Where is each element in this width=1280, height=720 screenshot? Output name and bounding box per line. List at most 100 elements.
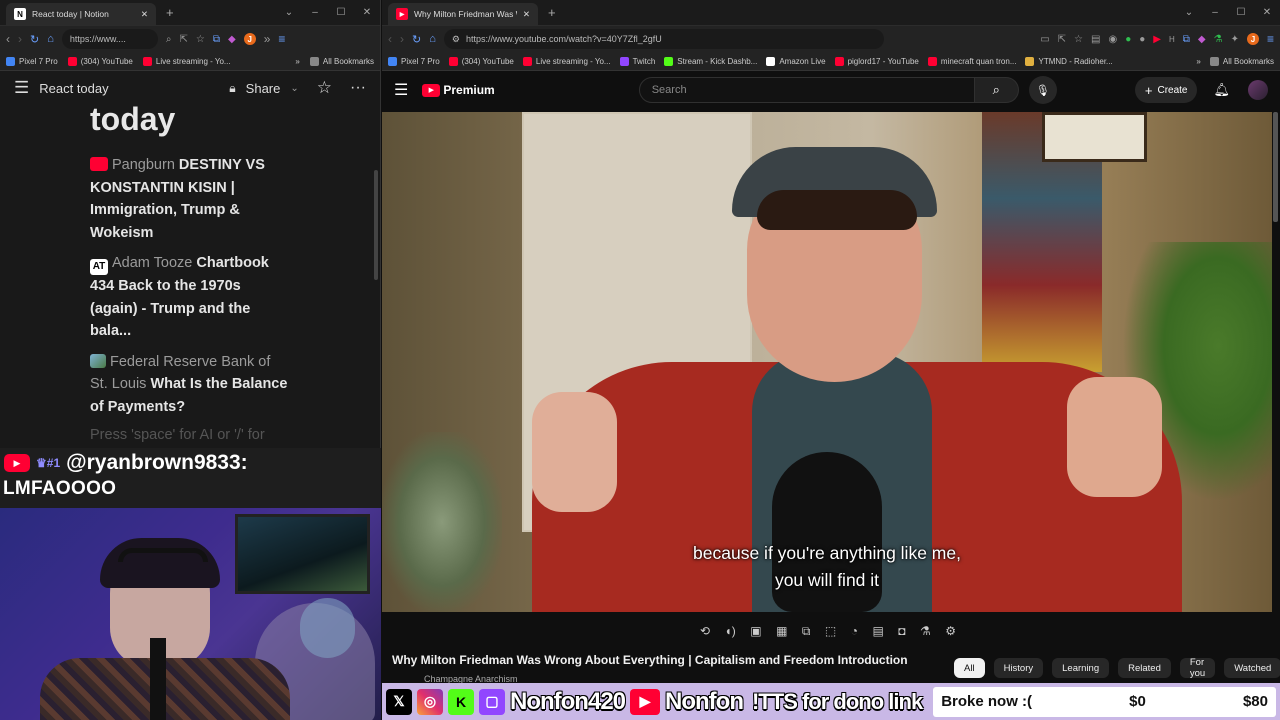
video-player[interactable]: because if you're anything like me, you … — [382, 112, 1272, 612]
create-button[interactable]: + Create — [1134, 77, 1198, 103]
forward-icon[interactable]: › — [18, 32, 22, 46]
bookmark-twitch[interactable]: Twitch — [619, 56, 655, 66]
chip-for-you[interactable]: For you — [1179, 657, 1216, 679]
bookmark-piglord[interactable]: piglord17 - YouTube — [834, 56, 919, 66]
hamburger-menu-icon[interactable]: ☰ — [394, 80, 408, 100]
extension-icon-2[interactable]: ◆ — [228, 34, 236, 45]
page-scrollbar[interactable] — [1273, 112, 1278, 222]
chip-all[interactable]: All — [954, 658, 985, 678]
chip-related[interactable]: Related — [1118, 658, 1171, 678]
extension-icon-2[interactable]: ● — [1139, 34, 1145, 45]
share-icon[interactable]: ⇱ — [1058, 34, 1066, 45]
notion-page-name[interactable]: React today — [39, 81, 108, 96]
notifications-bell-icon[interactable]: 🔔︎ — [1213, 82, 1230, 98]
minimize-icon[interactable]: – — [1202, 7, 1228, 18]
profile-icon[interactable]: J — [1246, 33, 1259, 45]
chip-learning[interactable]: Learning — [1052, 658, 1110, 678]
bookmark-youtube[interactable]: (304) YouTube — [67, 56, 133, 66]
close-window-icon[interactable]: ✕ — [1254, 7, 1280, 18]
list-item[interactable]: Federal Reserve Bank of St. Louis What I… — [90, 351, 290, 419]
bookmark-icon[interactable]: ☆ — [1074, 34, 1083, 45]
more-bookmarks-icon[interactable]: » — [295, 57, 299, 66]
list-item[interactable]: AT Adam Tooze Chartbook 434 Back to the 1… — [90, 252, 290, 343]
list-item[interactable]: Pangburn DESTINY VS KONSTANTIN KISIN | I… — [90, 154, 290, 244]
menu-icon[interactable]: ≡ — [1267, 32, 1274, 46]
search-button[interactable]: ⌕ — [974, 77, 1019, 103]
grammar-extension-icon[interactable]: ● — [1125, 34, 1131, 45]
cast-icon[interactable]: ▭ — [1040, 34, 1049, 45]
speed-icon[interactable]: ◔ — [851, 624, 858, 638]
editor-placeholder[interactable]: Press 'space' for AI or '/' for — [90, 424, 290, 447]
chevron-down-icon[interactable]: ⌄ — [276, 7, 302, 18]
more-options-icon[interactable]: ··· — [350, 79, 366, 97]
bookmark-pixel[interactable]: Pixel 7 Pro — [388, 56, 440, 66]
minimize-icon[interactable]: – — [302, 7, 328, 18]
extension-icon-4[interactable]: ⧉ — [1183, 34, 1190, 45]
chip-history[interactable]: History — [993, 658, 1044, 678]
voice-search-button[interactable]: 🎙︎ — [1028, 76, 1057, 104]
chip-watched[interactable]: Watched — [1224, 658, 1280, 678]
favorite-star-icon[interactable]: ☆ — [317, 78, 332, 98]
forward-icon[interactable]: › — [400, 32, 404, 46]
home-icon[interactable]: ⌂ — [47, 33, 54, 45]
close-tab-icon[interactable]: ✕ — [141, 9, 148, 20]
profile-icon[interactable]: J — [243, 33, 256, 45]
theater-icon[interactable]: ⬚ — [825, 624, 836, 638]
screenshot-icon[interactable]: ◘ — [898, 624, 905, 638]
site-info-icon[interactable]: ⚙︎ — [452, 34, 460, 45]
chevron-down-icon[interactable]: ⌄ — [290, 83, 298, 94]
lab-extension-icon[interactable]: ⚗ — [1214, 34, 1223, 45]
settings-gear-icon[interactable]: ⚙︎ — [945, 624, 956, 638]
filters-icon[interactable]: ⚗ — [920, 624, 931, 638]
youtube-extension-icon[interactable]: ▶ — [1153, 34, 1161, 45]
clip-icon[interactable]: ▦ — [776, 624, 787, 638]
youtube-logo[interactable]: ▶ Premium — [422, 83, 495, 97]
globe-icon[interactable]: ◉ — [1108, 34, 1117, 45]
loop-icon[interactable]: ⟲ — [700, 624, 710, 638]
extension-icon[interactable]: ▤ — [1091, 34, 1100, 45]
chevron-down-icon[interactable]: ⌄ — [1176, 7, 1202, 18]
search-icon[interactable]: ⌕ — [166, 34, 172, 45]
maximize-icon[interactable]: ☐ — [328, 7, 354, 18]
scrollbar[interactable] — [374, 170, 378, 280]
subtitles-icon[interactable]: ▤ — [872, 624, 883, 638]
audio-icon[interactable]: ◖) — [725, 624, 736, 638]
all-bookmarks[interactable]: All Bookmarks — [1209, 56, 1274, 66]
left-active-tab[interactable]: N React today | Notion ✕ — [6, 3, 156, 25]
bookmark-live[interactable]: Live streaming - Yo... — [142, 56, 231, 66]
new-tab-icon[interactable]: + — [548, 5, 556, 20]
bookmark-ytmnd[interactable]: YTMND - Radioher... — [1025, 56, 1113, 66]
picture-in-picture-icon[interactable]: ⧉ — [802, 624, 811, 639]
reload-icon[interactable]: ↻ — [30, 33, 39, 46]
share-button[interactable]: Share — [246, 81, 281, 96]
more-bookmarks-icon[interactable]: » — [1196, 57, 1200, 66]
bookmark-live[interactable]: Live streaming - Yo... — [522, 56, 611, 66]
more-extensions-icon[interactable]: » — [264, 32, 271, 46]
puzzle-icon[interactable]: ✦ — [1231, 34, 1239, 45]
close-window-icon[interactable]: ✕ — [354, 7, 380, 18]
bookmark-pixel[interactable]: Pixel 7 Pro — [6, 56, 58, 66]
bookmark-minecraft[interactable]: minecraft quan tron... — [927, 56, 1016, 66]
bookmark-amazon[interactable]: Amazon Live — [766, 56, 826, 66]
extension-icon-3[interactable]: H — [1169, 35, 1175, 44]
menu-icon[interactable]: ≡ — [278, 32, 285, 46]
home-icon[interactable]: ⌂ — [429, 33, 436, 45]
avatar[interactable] — [1248, 80, 1268, 100]
bookmark-youtube[interactable]: (304) YouTube — [448, 56, 514, 66]
sidebar-menu-icon[interactable]: ☰ — [14, 78, 29, 98]
extension-icon-5[interactable]: ◆ — [1198, 34, 1206, 45]
back-icon[interactable]: ‹ — [388, 32, 392, 46]
address-bar[interactable]: https://www.... — [61, 29, 158, 49]
address-bar[interactable]: ⚙︎ https://www.youtube.com/watch?v=40Y7Z… — [443, 29, 884, 49]
close-tab-icon[interactable]: ✕ — [523, 9, 530, 20]
screen-icon[interactable]: ▣ — [750, 624, 761, 638]
extension-icon[interactable]: ⧉ — [213, 34, 220, 45]
bookmark-icon[interactable]: ☆ — [196, 34, 205, 45]
bookmark-kick[interactable]: Stream - Kick Dashb... — [664, 56, 757, 66]
back-icon[interactable]: ‹ — [6, 32, 10, 46]
new-tab-icon[interactable]: + — [166, 5, 174, 20]
all-bookmarks[interactable]: All Bookmarks — [309, 56, 374, 66]
share-icon[interactable]: ⇱ — [179, 34, 187, 45]
maximize-icon[interactable]: ☐ — [1228, 7, 1254, 18]
reload-icon[interactable]: ↻ — [412, 33, 421, 46]
